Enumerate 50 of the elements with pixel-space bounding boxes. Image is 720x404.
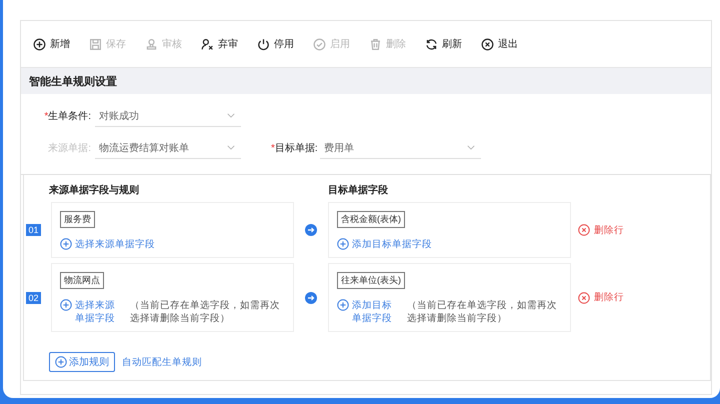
dropdown-field[interactable]: 费用单 — [320, 138, 481, 158]
close-circle-icon — [578, 224, 590, 236]
toolbar-button[interactable]: 刷新 — [425, 31, 481, 57]
field-tag: 含税金额(表体) — [337, 211, 405, 228]
add-field-link[interactable]: 选择来源单据字段 — [75, 299, 123, 325]
auto-match-link[interactable]: 自动匹配生单规则 — [122, 356, 202, 368]
arrow-right-icon — [305, 292, 317, 304]
column-heading: 来源单据字段与规则 — [49, 183, 140, 197]
close-circle-icon — [578, 292, 590, 304]
refresh-icon — [425, 38, 438, 50]
plus-circle-icon — [337, 299, 349, 311]
save-icon — [89, 38, 102, 50]
stamp-icon — [145, 38, 158, 50]
plus-circle-icon — [55, 356, 67, 368]
row-number: 01 — [26, 224, 41, 236]
field-tag: 物流网点 — [60, 272, 104, 289]
dropdown-field[interactable]: 对账成功 — [95, 106, 241, 126]
delete-row-link[interactable]: 删除行 — [578, 291, 624, 304]
add-field-link[interactable]: 选择来源单据字段 — [75, 238, 155, 251]
add-field-link[interactable]: 添加目标单据字段 — [352, 238, 432, 251]
check-circle-icon — [313, 38, 326, 50]
toolbar-button[interactable]: 弃审 — [201, 31, 257, 57]
hint-text: （当前已存在单选字段，如需再次选择请删除当前字段） — [129, 299, 281, 325]
chevron-down-icon — [467, 145, 475, 150]
field-label: 来源单据: — [47, 142, 92, 155]
field-tag: 服务费 — [60, 211, 95, 228]
row-number: 02 — [26, 292, 41, 304]
field-label: *目标单据: — [271, 142, 319, 155]
toolbar-button[interactable]: 停用 — [257, 31, 313, 57]
field-tag: 往来单位(表头) — [337, 272, 405, 289]
chevron-down-icon — [227, 113, 235, 118]
chevron-down-icon — [227, 145, 235, 150]
close-icon — [481, 38, 494, 50]
delete-row-link[interactable]: 删除行 — [578, 224, 624, 236]
plus-circle-icon — [60, 238, 72, 250]
section-title: 智能生单规则设置 — [29, 74, 117, 88]
add-rule-button[interactable]: 添加规则 — [49, 352, 115, 372]
user-x-icon — [201, 38, 214, 50]
plus-circle-icon — [33, 38, 46, 50]
add-field-link[interactable]: 添加目标单据字段 — [352, 299, 400, 325]
arrow-right-icon — [305, 224, 317, 236]
toolbar-button[interactable]: 退出 — [481, 31, 537, 57]
trash-icon — [369, 38, 382, 50]
field-label: *生单条件: — [43, 110, 92, 123]
hint-text: （当前已存在单选字段，如需再次选择请删除当前字段） — [406, 299, 558, 325]
power-icon — [257, 38, 270, 50]
column-heading: 目标单据字段 — [328, 183, 388, 197]
toolbar-button[interactable]: 新增 — [33, 31, 89, 57]
plus-circle-icon — [60, 299, 72, 311]
plus-circle-icon — [337, 238, 349, 250]
